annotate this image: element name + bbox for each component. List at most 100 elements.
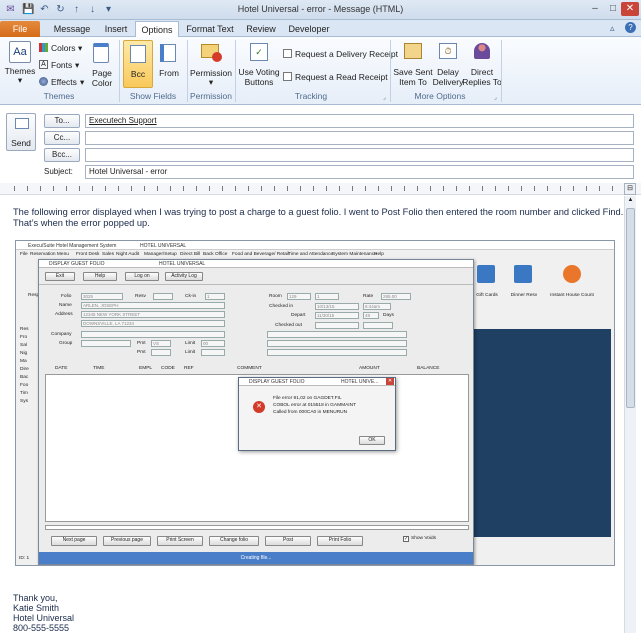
message-body-text[interactable]: The following error displayed when I was… xyxy=(13,207,625,229)
bcc-field[interactable] xyxy=(85,148,634,162)
effects-button[interactable]: Effects xyxy=(51,77,77,87)
close-icon[interactable]: ✕ xyxy=(386,378,394,385)
pmt-field[interactable]: VS xyxy=(151,340,171,347)
to-field[interactable]: Executech Support xyxy=(85,114,634,128)
checked-in-field[interactable]: 10/13/15 xyxy=(315,303,359,310)
tab-insert[interactable]: Insert xyxy=(98,21,134,37)
depart-field[interactable]: 11/30/15 xyxy=(315,312,359,319)
fonts-button[interactable]: Fonts xyxy=(51,60,72,70)
themes-button[interactable]: Aa Themes ▾ xyxy=(5,41,35,85)
to-button[interactable]: To... xyxy=(44,114,80,128)
tree-item[interactable]: Res xyxy=(20,327,29,332)
checked-in-time-field[interactable]: 6:44am xyxy=(363,303,391,310)
menu-item[interactable]: Food and Beverage/ Retail xyxy=(232,252,289,257)
tree-item[interactable]: Nig xyxy=(20,351,27,356)
limit-field-2[interactable] xyxy=(201,349,225,356)
tree-item[interactable]: Sys xyxy=(20,399,28,404)
menu-item[interactable]: Front Desk xyxy=(76,252,99,257)
limit-field[interactable]: 00 xyxy=(201,340,225,347)
subject-field[interactable]: Hotel Universal - error xyxy=(85,165,634,179)
minimize-icon[interactable]: – xyxy=(586,2,604,16)
days-field[interactable]: 48 xyxy=(363,312,379,319)
ruler-toggle-icon[interactable]: ⊟ xyxy=(624,183,636,195)
tab-message[interactable]: Message xyxy=(50,21,94,37)
room-field-2[interactable]: 1 xyxy=(315,293,339,300)
rate-field[interactable]: 295.00 xyxy=(381,293,411,300)
post-button[interactable]: Post xyxy=(265,536,311,546)
tree-item[interactable]: Bac xyxy=(20,375,28,380)
menu-item[interactable]: Back Office xyxy=(203,252,227,257)
menu-item[interactable]: Manager/Setup xyxy=(144,252,177,257)
delivery-receipt-checkbox[interactable] xyxy=(283,49,292,58)
page-color-button[interactable]: Page Color xyxy=(91,41,113,88)
exit-button[interactable]: Exit xyxy=(45,272,75,281)
activity-log-button[interactable]: Activity Log xyxy=(165,272,203,281)
scrollbar-thumb[interactable] xyxy=(626,208,635,408)
menu-item[interactable]: Direct Bill xyxy=(180,252,200,257)
change-folio-button[interactable]: Change folio xyxy=(209,536,259,546)
print-screen-button[interactable]: Print Screen xyxy=(157,536,203,546)
log-on-button[interactable]: Log on xyxy=(125,272,159,281)
menu-item[interactable]: Time and Attendance xyxy=(288,252,333,257)
pmt-field-2[interactable] xyxy=(151,349,171,356)
from-button[interactable]: From xyxy=(156,40,182,88)
dialog-launcher-icon[interactable]: ⌟ xyxy=(383,94,386,101)
tree-item[interactable]: Foo xyxy=(20,383,28,388)
folio-info-field-1[interactable] xyxy=(267,331,407,338)
send-button[interactable]: Send xyxy=(6,113,36,151)
direct-replies-button[interactable]: Direct Replies To xyxy=(462,40,502,88)
help-button[interactable]: Help xyxy=(83,272,117,281)
address-field-2[interactable]: DOWNSVILLE, LA 71234 xyxy=(81,320,225,327)
tab-developer[interactable]: Developer xyxy=(286,21,332,37)
tree-item[interactable]: Fro xyxy=(20,335,27,340)
dialog-launcher-icon[interactable]: ⌟ xyxy=(494,94,497,101)
tab-options[interactable]: Options xyxy=(135,21,179,37)
name-field[interactable]: ARLEN, JOSEPH xyxy=(81,302,225,309)
instant-house-count-tile[interactable]: Instant House Count xyxy=(544,263,600,303)
cc-button[interactable]: Cc... xyxy=(44,131,80,145)
show-voids-checkbox[interactable]: ✓ xyxy=(403,536,409,542)
close-icon[interactable]: ✕ xyxy=(621,2,639,16)
folio-hscroll[interactable] xyxy=(45,525,469,530)
checked-out-time-field[interactable] xyxy=(363,322,393,329)
tree-item[interactable]: Sal xyxy=(20,343,27,348)
permission-button[interactable]: Permission ▾ xyxy=(190,40,232,88)
address-field-1[interactable]: 12345 NEW YORK STREET xyxy=(81,311,225,318)
ckin-field[interactable]: 1 xyxy=(205,293,225,300)
colors-button[interactable]: Colors xyxy=(51,43,76,53)
tree-item[interactable]: Dire xyxy=(20,367,29,372)
ok-button[interactable]: OK xyxy=(359,436,385,445)
group-field[interactable] xyxy=(81,340,131,347)
scrollbar[interactable]: ▲ xyxy=(624,196,636,633)
tree-item[interactable]: Tim xyxy=(20,391,28,396)
checked-out-field[interactable] xyxy=(315,322,359,329)
company-field[interactable] xyxy=(81,331,225,338)
dinner-resv-tile[interactable]: Dinner Resv xyxy=(506,263,542,303)
tab-format-text[interactable]: Format Text xyxy=(184,21,236,37)
print-folio-button[interactable]: Print Folio xyxy=(317,536,363,546)
read-receipt-checkbox[interactable] xyxy=(283,72,292,81)
cc-field[interactable] xyxy=(85,131,634,145)
menu-item[interactable]: Sales xyxy=(102,252,114,257)
gift-cards-tile[interactable]: Gift Cards xyxy=(471,263,503,303)
menu-item[interactable]: Help xyxy=(374,252,384,257)
folio-field[interactable]: 3025 xyxy=(81,293,123,300)
delay-delivery-button[interactable]: ⏱ Delay Delivery xyxy=(433,40,463,88)
help-icon[interactable]: ? xyxy=(625,22,636,33)
tree-item[interactable]: Ma xyxy=(20,359,27,364)
maximize-icon[interactable]: □ xyxy=(604,2,622,16)
recipient[interactable]: Executech Support xyxy=(89,116,157,125)
tab-review[interactable]: Review xyxy=(242,21,280,37)
next-page-button[interactable]: Next page xyxy=(51,536,97,546)
folio-info-field-2[interactable] xyxy=(267,340,407,347)
ribbon-collapse-icon[interactable]: ▵ xyxy=(610,23,615,34)
menu-item[interactable]: System Maintenance xyxy=(332,252,377,257)
signature[interactable]: Thank you, Katie Smith Hotel Universal 8… xyxy=(13,593,74,633)
bcc-field-button[interactable]: Bcc... xyxy=(44,148,80,162)
menu-item[interactable]: Night Audit xyxy=(116,252,139,257)
use-voting-buttons[interactable]: ✓ Use Voting Buttons xyxy=(238,40,280,88)
bcc-button[interactable]: Bcc xyxy=(123,40,153,88)
scroll-up-icon[interactable]: ▲ xyxy=(626,197,635,206)
resv-field[interactable] xyxy=(153,293,173,300)
menu-item[interactable]: File xyxy=(20,252,28,257)
